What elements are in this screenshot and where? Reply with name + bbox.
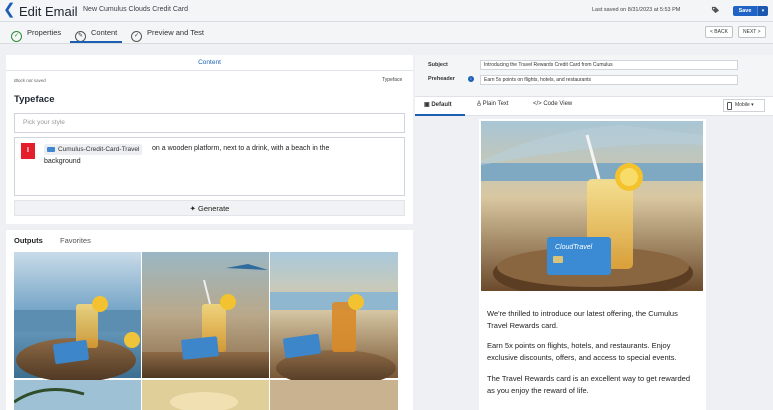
save-button[interactable]: Save — [733, 6, 757, 16]
brand-badge-icon: I — [21, 143, 35, 159]
card-icon — [47, 147, 55, 152]
output-image-5[interactable] — [142, 380, 269, 410]
output-gallery — [14, 252, 398, 410]
block-status: Block not saved — [14, 78, 46, 83]
subject-label: Subject — [428, 62, 448, 68]
typeface-link[interactable]: Typeface — [382, 77, 402, 83]
section-divider — [6, 224, 413, 230]
active-tab-indicator — [70, 41, 122, 43]
tab-content[interactable]: ✎ Content — [75, 24, 117, 42]
output-image-4[interactable] — [14, 380, 141, 410]
code-icon: </> — [533, 101, 544, 107]
preview-paragraph-1: We're thrilled to introduce our latest o… — [487, 309, 678, 330]
check-circle-icon: ✓ — [131, 31, 142, 42]
back-button[interactable]: < BACK — [705, 26, 733, 38]
generate-button[interactable]: ✦ Generate — [14, 200, 405, 216]
properties-icon: ✓ — [11, 31, 22, 42]
style-input[interactable]: Pick your style — [14, 113, 405, 133]
subject-field[interactable]: Introducing the Travel Rewards Credit Ca… — [480, 60, 738, 70]
last-saved-status: Last saved on 8/31/2023 at 5:53 PM — [592, 7, 681, 13]
hero-image: CloudTravel — [481, 121, 703, 291]
output-image-3[interactable] — [270, 252, 398, 386]
next-button[interactable]: NEXT > — [738, 26, 766, 38]
tab-favorites[interactable]: Favorites — [60, 236, 91, 245]
back-arrow-icon[interactable]: ❮ — [3, 2, 16, 18]
prompt-text: on a wooden platform, next to a drink, w… — [152, 145, 330, 152]
preview-paragraph-3: The Travel Rewards card is an excellent … — [487, 374, 691, 395]
preheader-label: Preheader — [428, 76, 455, 82]
tab-default[interactable]: ▣ Default — [424, 101, 452, 108]
output-image-2[interactable] — [142, 252, 269, 378]
tag-icon[interactable] — [711, 6, 720, 14]
prompt-text-continued: background — [44, 158, 81, 165]
view-tabs — [415, 97, 773, 116]
tab-properties[interactable]: ✓ Properties — [11, 24, 61, 42]
typeface-heading: Typeface — [14, 94, 55, 105]
tab-outputs[interactable]: Outputs — [14, 236, 43, 245]
preview-paragraph-2: Earn 5x points on flights, hotels, and r… — [487, 341, 677, 362]
content-section-title: Content — [6, 55, 413, 71]
tab-code-view[interactable]: </> Code View — [533, 101, 572, 107]
email-name: New Cumulus Clouds Credit Card — [83, 6, 189, 13]
info-icon[interactable]: i — [468, 76, 474, 82]
gallery-images — [14, 252, 398, 410]
card-brand-text: CloudTravel — [555, 244, 593, 251]
mobile-icon — [727, 102, 732, 110]
tab-plain-text[interactable]: A̲ Plain Text — [477, 101, 509, 107]
save-dropdown-button[interactable]: ▾ — [757, 6, 768, 16]
preheader-field[interactable]: Earn 5x points on flights, hotels, and r… — [480, 75, 738, 85]
output-image-1[interactable] — [14, 252, 141, 382]
active-view-indicator — [415, 114, 465, 116]
output-image-6[interactable] — [270, 380, 398, 410]
page-title: Edit Email — [19, 4, 78, 19]
asset-chip[interactable]: Cumulus-Credit-Card-Travel — [44, 144, 143, 155]
magic-wand-icon: ✦ — [189, 204, 199, 213]
tab-preview[interactable]: ✓ Preview and Test — [131, 24, 204, 42]
